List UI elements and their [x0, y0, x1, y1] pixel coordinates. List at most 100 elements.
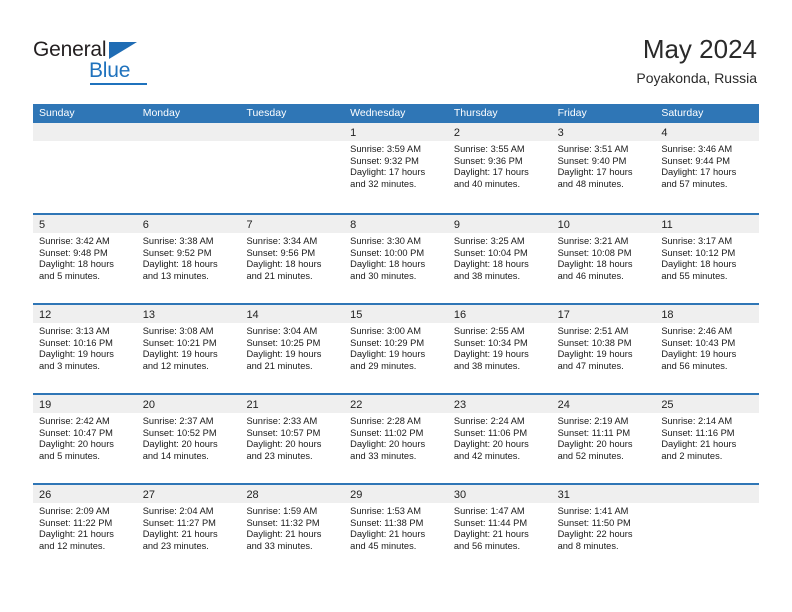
- calendar-weeks: 1 Sunrise: 3:59 AM Sunset: 9:32 PM Daylight…: [33, 123, 760, 573]
- sunrise-text: Sunrise: 3:30 AM: [350, 236, 421, 246]
- sunrise-text: Sunrise: 2:46 AM: [661, 326, 733, 336]
- day-cell-30[interactable]: 30 Sunrise: 1:47 AM Sunset: 11:44 PM Daylig…: [447, 485, 552, 573]
- day-cell-18[interactable]: 18 Sunrise: 2:46 AM Sunset: 10:43 PM Daylig…: [655, 305, 760, 393]
- daylight-text-cont: and 57 minutes.: [661, 178, 728, 189]
- day-cell-details: Sunrise: 1:53 AM Sunset: 11:38 PM Daylight…: [344, 503, 448, 552]
- day-cell-27[interactable]: 27 Sunrise: 2:04 AM Sunset: 11:27 PM Daylig…: [136, 485, 241, 573]
- day-number-band: 30: [447, 485, 552, 503]
- day-cell-details: Sunrise: 2:46 AM Sunset: 10:43 PM Daylight…: [655, 323, 759, 372]
- day-cell-17[interactable]: 17 Sunrise: 2:51 AM Sunset: 10:38 PM Daylig…: [551, 305, 656, 393]
- day-cell-28[interactable]: 28 Sunrise: 1:59 AM Sunset: 11:32 PM Daylig…: [240, 485, 345, 573]
- day-number: 22: [350, 399, 363, 411]
- sunrise-text: Sunrise: 3:21 AM: [557, 236, 629, 246]
- day-cell-25[interactable]: 25 Sunrise: 2:14 AM Sunset: 11:16 PM Daylig…: [655, 395, 760, 483]
- day-cell-23[interactable]: 23 Sunrise: 2:24 AM Sunset: 11:06 PM Daylig…: [447, 395, 552, 483]
- day-cell-4[interactable]: 4 Sunrise: 3:46 AM Sunset: 9:44 PM Daylight…: [655, 123, 760, 213]
- sunset-text: Sunset: 11:02 PM: [350, 427, 424, 438]
- sunset-text: Sunset: 10:25 PM: [246, 337, 321, 348]
- sunset-text: Sunset: 10:57 PM: [246, 427, 321, 438]
- daylight-text: Daylight: 20 hours: [142, 439, 218, 450]
- day-number-band: 9: [447, 215, 552, 233]
- daylight-text-cont: and 48 minutes.: [557, 178, 624, 189]
- day-cell-11[interactable]: 11 Sunrise: 3:17 AM Sunset: 10:12 PM Daylig…: [655, 215, 760, 303]
- day-cell-10[interactable]: 10 Sunrise: 3:21 AM Sunset: 10:08 PM Daylig…: [551, 215, 656, 303]
- daylight-text-cont: and 38 minutes.: [453, 360, 521, 371]
- day-cell-9[interactable]: 9 Sunrise: 3:25 AM Sunset: 10:04 PM Dayligh…: [447, 215, 552, 303]
- day-number-band: 11: [655, 215, 760, 233]
- sunrise-text: Sunrise: 2:14 AM: [661, 416, 733, 426]
- day-cell-22[interactable]: 22 Sunrise: 2:28 AM Sunset: 11:02 PM Daylig…: [344, 395, 448, 483]
- sunrise-text: Sunrise: 2:19 AM: [557, 416, 629, 426]
- day-cell-13[interactable]: 13 Sunrise: 3:08 AM Sunset: 10:21 PM Daylig…: [136, 305, 241, 393]
- day-number-band: 10: [551, 215, 656, 233]
- sunrise-text: Sunrise: 1:59 AM: [246, 506, 318, 516]
- day-number-band: [136, 123, 241, 141]
- day-cell-7[interactable]: 7 Sunrise: 3:34 AM Sunset: 9:56 PM Daylight…: [240, 215, 345, 303]
- daylight-text: Daylight: 20 hours: [39, 439, 114, 450]
- daylight-text: Daylight: 19 hours: [661, 349, 737, 360]
- daylight-text: Daylight: 19 hours: [142, 349, 218, 360]
- day-cell-details: Sunrise: 3:00 AM Sunset: 10:29 PM Daylight…: [344, 323, 448, 372]
- day-cell-empty: [136, 123, 241, 213]
- weekday-header-wednesday: Wednesday: [350, 107, 406, 119]
- calendar-week-row: 19 Sunrise: 2:42 AM Sunset: 10:47 PM Daylig…: [33, 393, 760, 483]
- day-cell-15[interactable]: 15 Sunrise: 3:00 AM Sunset: 10:29 PM Daylig…: [344, 305, 448, 393]
- day-cell-6[interactable]: 6 Sunrise: 3:38 AM Sunset: 9:52 PM Daylight…: [136, 215, 241, 303]
- day-cell-empty: [33, 123, 137, 213]
- day-number: 2: [453, 127, 460, 139]
- day-cell-14[interactable]: 14 Sunrise: 3:04 AM Sunset: 10:25 PM Daylig…: [240, 305, 345, 393]
- daylight-text: Daylight: 17 hours: [661, 167, 737, 178]
- day-cell-16[interactable]: 16 Sunrise: 2:55 AM Sunset: 10:34 PM Daylig…: [447, 305, 552, 393]
- daylight-text: Daylight: 19 hours: [246, 349, 322, 360]
- generalblue-logo[interactable]: General Blue: [33, 38, 163, 86]
- daylight-text: Daylight: 18 hours: [557, 259, 633, 270]
- weekday-header-thursday: Thursday: [453, 107, 498, 119]
- weekday-header-row: Sunday Monday Tuesday Wednesday Thursday Frid…: [33, 104, 759, 123]
- daylight-text-cont: and 12 minutes.: [39, 540, 106, 551]
- day-cell-1[interactable]: 1 Sunrise: 3:59 AM Sunset: 9:32 PM Daylight…: [344, 123, 448, 213]
- day-cell-20[interactable]: 20 Sunrise: 2:37 AM Sunset: 10:52 PM Daylig…: [136, 395, 241, 483]
- sunrise-text: Sunrise: 3:08 AM: [142, 326, 214, 336]
- day-cell-3[interactable]: 3 Sunrise: 3:51 AM Sunset: 9:40 PM Daylight…: [551, 123, 656, 213]
- sunset-text: Sunset: 9:32 PM: [350, 155, 419, 166]
- sunset-text: Sunset: 11:50 PM: [557, 517, 631, 528]
- daylight-text-cont: and 12 minutes.: [142, 360, 209, 371]
- day-cell-31[interactable]: 31 Sunrise: 1:41 AM Sunset: 11:50 PM Daylig…: [551, 485, 656, 573]
- day-number: 9: [453, 219, 460, 231]
- day-cell-details: Sunrise: 2:42 AM Sunset: 10:47 PM Daylight…: [33, 413, 137, 462]
- logo-triangle-icon: [109, 42, 137, 59]
- day-number-band: 24: [551, 395, 656, 413]
- day-cell-21[interactable]: 21 Sunrise: 2:33 AM Sunset: 10:57 PM Daylig…: [240, 395, 345, 483]
- day-number-band: 29: [344, 485, 448, 503]
- daylight-text-cont: and 21 minutes.: [246, 270, 313, 281]
- sunrise-text: Sunrise: 2:51 AM: [557, 326, 629, 336]
- day-cell-details: Sunrise: 3:04 AM Sunset: 10:25 PM Daylight…: [240, 323, 344, 372]
- day-cell-8[interactable]: 8 Sunrise: 3:30 AM Sunset: 10:00 PM Dayligh…: [344, 215, 448, 303]
- sunrise-text: Sunrise: 3:04 AM: [246, 326, 318, 336]
- daylight-text-cont: and 33 minutes.: [246, 540, 313, 551]
- page-subtitle-location: Poyakonda, Russia: [636, 70, 757, 86]
- day-number-band: 21: [240, 395, 345, 413]
- day-cell-19[interactable]: 19 Sunrise: 2:42 AM Sunset: 10:47 PM Daylig…: [33, 395, 137, 483]
- sunset-text: Sunset: 11:27 PM: [142, 517, 216, 528]
- day-cell-24[interactable]: 24 Sunrise: 2:19 AM Sunset: 11:11 PM Daylig…: [551, 395, 656, 483]
- daylight-text-cont: and 56 minutes.: [661, 360, 728, 371]
- sunrise-text: Sunrise: 2:37 AM: [142, 416, 214, 426]
- daylight-text: Daylight: 17 hours: [453, 167, 529, 178]
- daylight-text: Daylight: 21 hours: [661, 439, 737, 450]
- day-cell-details: Sunrise: 3:42 AM Sunset: 9:48 PM Daylight:…: [33, 233, 137, 282]
- day-cell-details: Sunrise: 3:55 AM Sunset: 9:36 PM Daylight:…: [448, 141, 552, 190]
- day-number: 14: [246, 309, 259, 321]
- day-cell-details: Sunrise: 3:51 AM Sunset: 9:40 PM Daylight:…: [552, 141, 656, 190]
- day-cell-2[interactable]: 2 Sunrise: 3:55 AM Sunset: 9:36 PM Daylight…: [447, 123, 552, 213]
- sunrise-text: Sunrise: 3:51 AM: [557, 144, 629, 154]
- logo-text-blue: Blue: [89, 59, 131, 82]
- day-cell-5[interactable]: 5 Sunrise: 3:42 AM Sunset: 9:48 PM Daylight…: [33, 215, 137, 303]
- daylight-text-cont: and 55 minutes.: [661, 270, 728, 281]
- day-cell-12[interactable]: 12 Sunrise: 3:13 AM Sunset: 10:16 PM Daylig…: [33, 305, 137, 393]
- day-number-band: 26: [33, 485, 137, 503]
- day-cell-29[interactable]: 29 Sunrise: 1:53 AM Sunset: 11:38 PM Daylig…: [344, 485, 448, 573]
- daylight-text-cont: and 52 minutes.: [557, 450, 624, 461]
- day-cell-details: Sunrise: 3:13 AM Sunset: 10:16 PM Daylight…: [33, 323, 137, 372]
- day-cell-26[interactable]: 26 Sunrise: 2:09 AM Sunset: 11:22 PM Daylig…: [33, 485, 137, 573]
